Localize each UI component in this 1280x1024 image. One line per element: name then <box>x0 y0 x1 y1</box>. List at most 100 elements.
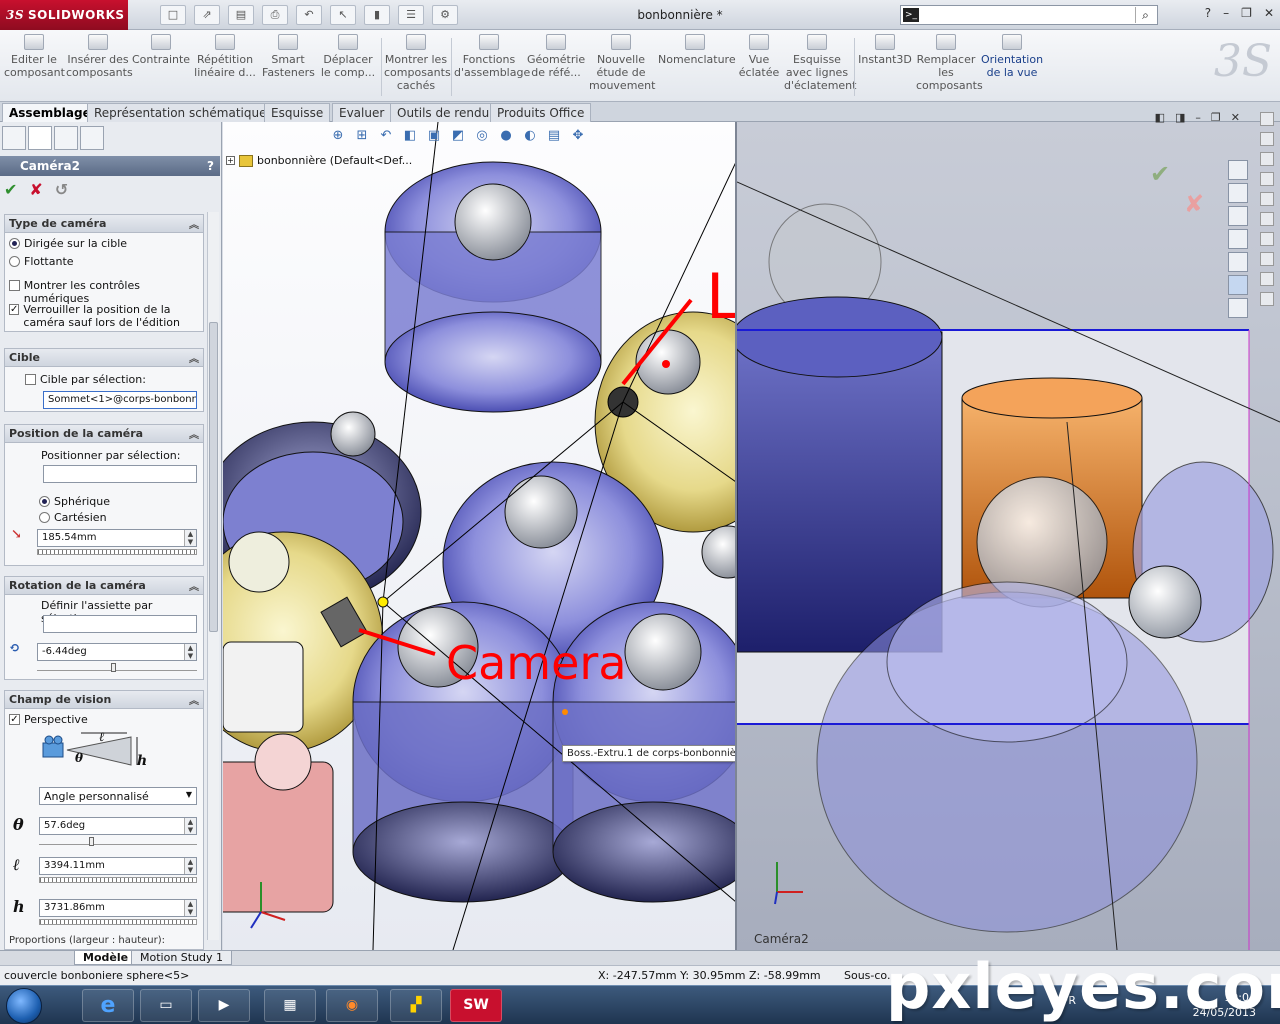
help-icon[interactable]: ? <box>1205 6 1211 20</box>
calculator-icon[interactable]: ▦ <box>264 989 316 1022</box>
camera-rotation-header[interactable]: Rotation de la caméra ︽ <box>5 577 203 595</box>
position-selection-field[interactable] <box>43 465 197 483</box>
section-view-icon[interactable]: ◧ <box>402 128 418 144</box>
distance-thumbwheel[interactable] <box>37 549 197 555</box>
assembly-3d-view[interactable] <box>223 122 736 950</box>
l-field[interactable]: 3394.11mm ▲ ▼ <box>39 857 197 875</box>
new-motion-study-button[interactable]: Nouvelle étude de mouvement <box>589 34 655 100</box>
tool-icon[interactable] <box>1260 252 1274 266</box>
tab-assembly[interactable]: Assemblage <box>2 103 98 122</box>
view-orientation-button[interactable]: Orientation de la vue <box>980 34 1044 100</box>
configuration-manager-tab-icon[interactable] <box>54 126 78 150</box>
confirm-cancel-icon[interactable]: ✘ <box>1184 190 1204 218</box>
target-header[interactable]: Cible ︽ <box>5 349 203 367</box>
floating-option[interactable]: Flottante <box>9 255 74 268</box>
tab-office-products[interactable]: Produits Office <box>490 103 592 122</box>
solidworks-resources-tab-icon[interactable] <box>1228 160 1248 180</box>
maximize-button[interactable]: ❐ <box>1241 6 1252 20</box>
search-input[interactable]: >_ ⌕ <box>900 5 1158 25</box>
feature-tree-tab-icon[interactable] <box>2 126 26 150</box>
field-of-view-header[interactable]: Champ de vision ︽ <box>5 691 203 709</box>
edit-component-button[interactable]: Editer le composant <box>4 34 65 100</box>
slider-thumb[interactable] <box>89 837 94 846</box>
instant3d-button[interactable]: Instant3D <box>858 34 912 100</box>
smart-fasteners-button[interactable]: Smart Fasteners <box>262 34 315 100</box>
previous-viewport-icon[interactable]: ◧ <box>1155 111 1165 124</box>
tab-motion-study-1[interactable]: Motion Study 1 <box>131 951 233 965</box>
radio-icon[interactable] <box>9 256 20 267</box>
solidworks-taskbar-icon[interactable]: SW <box>450 989 502 1022</box>
custom-properties-tab-icon[interactable] <box>1228 298 1248 318</box>
theta-field[interactable]: 57.6deg ▲ ▼ <box>39 817 197 835</box>
appearances-tab-icon[interactable] <box>1228 275 1248 295</box>
spin-buttons[interactable]: ▲ ▼ <box>184 644 196 660</box>
confirm-ok-icon[interactable]: ✔ <box>1150 160 1170 188</box>
file-explorer-icon[interactable]: ▭ <box>140 989 192 1022</box>
camera-position-header[interactable]: Position de la caméra ︽ <box>5 425 203 443</box>
app-icon[interactable]: ▞ <box>390 989 442 1022</box>
start-button[interactable] <box>6 988 42 1024</box>
h-thumbwheel[interactable] <box>39 919 197 925</box>
assembly-features-button[interactable]: Fonctions d'assemblage <box>454 34 530 100</box>
view-settings-icon[interactable]: ▤ <box>546 128 562 144</box>
tool-icon[interactable] <box>1260 272 1274 286</box>
show-numeric-controls-checkbox[interactable]: Montrer les contrôles numériques <box>9 279 203 305</box>
flyout-feature-tree[interactable]: + bonbonnière (Default<Def... <box>226 154 412 167</box>
graphics-area-camera-view[interactable] <box>737 122 1280 950</box>
tool-icon[interactable] <box>1260 212 1274 226</box>
theta-slider[interactable] <box>39 837 197 846</box>
scrollbar-thumb[interactable] <box>209 322 218 632</box>
mate-button[interactable]: Contrainte <box>132 34 190 100</box>
explode-line-sketch-button[interactable]: Esquisse avec lignes d'éclatement <box>784 34 856 100</box>
panel-scrollbar[interactable] <box>207 212 219 940</box>
move-icon[interactable]: ✥ <box>570 128 586 144</box>
tab-render-tools[interactable]: Outils de rendu <box>390 103 497 122</box>
internet-explorer-icon[interactable]: e <box>82 989 134 1022</box>
tool-icon[interactable] <box>1260 292 1274 306</box>
viewport-close-button[interactable]: ✕ <box>1231 111 1240 124</box>
view-palette-tab-icon[interactable] <box>1228 252 1248 272</box>
close-button[interactable]: ✕ <box>1264 6 1274 20</box>
hide-show-items-icon[interactable]: ◎ <box>474 128 490 144</box>
spin-buttons[interactable]: ▲ ▼ <box>184 900 196 916</box>
view-orientation-icon[interactable]: ▣ <box>426 128 442 144</box>
radio-icon[interactable] <box>9 238 20 249</box>
reference-geometry-button[interactable]: Géométrie de réfé... <box>527 34 585 100</box>
zoom-area-icon[interactable]: ⊞ <box>354 128 370 144</box>
collapse-icon[interactable]: ︽ <box>189 578 199 593</box>
previous-view-icon[interactable]: ↶ <box>378 128 394 144</box>
display-style-icon[interactable]: ◩ <box>450 128 466 144</box>
fov-preset-select[interactable]: Angle personnalisé ▼ <box>39 787 197 805</box>
insert-components-button[interactable]: Insérer des composants <box>66 34 133 100</box>
tab-sketch[interactable]: Esquisse <box>264 103 331 122</box>
property-manager-tab-icon[interactable] <box>28 126 52 150</box>
bill-of-materials-button[interactable]: Nomenclature <box>658 34 736 100</box>
viewport-restore-button[interactable]: ❐ <box>1211 111 1221 124</box>
roll-slider[interactable] <box>37 663 197 672</box>
viewport-minimize-button[interactable]: – <box>1195 111 1201 124</box>
tool-icon[interactable] <box>1260 152 1274 166</box>
spherical-option[interactable]: Sphérique <box>39 495 110 508</box>
minimize-button[interactable]: – <box>1223 6 1229 20</box>
tool-icon[interactable] <box>1260 172 1274 186</box>
slider-thumb[interactable] <box>111 663 116 672</box>
roll-selection-field[interactable] <box>43 615 197 633</box>
search-icon[interactable]: ⌕ <box>1135 7 1155 23</box>
replace-components-button[interactable]: Remplacer les composants <box>916 34 983 100</box>
tab-schematic-representation[interactable]: Représentation schématique <box>87 103 274 122</box>
tab-model[interactable]: Modèle <box>74 951 138 965</box>
cartesian-option[interactable]: Cartésien <box>39 511 107 524</box>
ok-check-icon[interactable]: ✔ <box>4 180 17 199</box>
search-tab-icon[interactable] <box>1228 229 1248 249</box>
help-button[interactable]: ? <box>207 159 214 173</box>
spin-buttons[interactable]: ▲ ▼ <box>184 818 196 834</box>
next-viewport-icon[interactable]: ◨ <box>1175 111 1185 124</box>
target-by-selection-checkbox[interactable]: Cible par sélection: <box>25 373 146 386</box>
roll-field[interactable]: -6.44deg ▲ ▼ <box>37 643 197 661</box>
l-thumbwheel[interactable] <box>39 877 197 883</box>
h-field[interactable]: 3731.86mm ▲ ▼ <box>39 899 197 917</box>
tool-icon[interactable] <box>1260 192 1274 206</box>
show-hidden-components-button[interactable]: Montrer les composants cachés <box>384 34 451 100</box>
aimed-at-target-option[interactable]: Dirigée sur la cible <box>9 237 127 250</box>
radio-icon[interactable] <box>39 512 50 523</box>
